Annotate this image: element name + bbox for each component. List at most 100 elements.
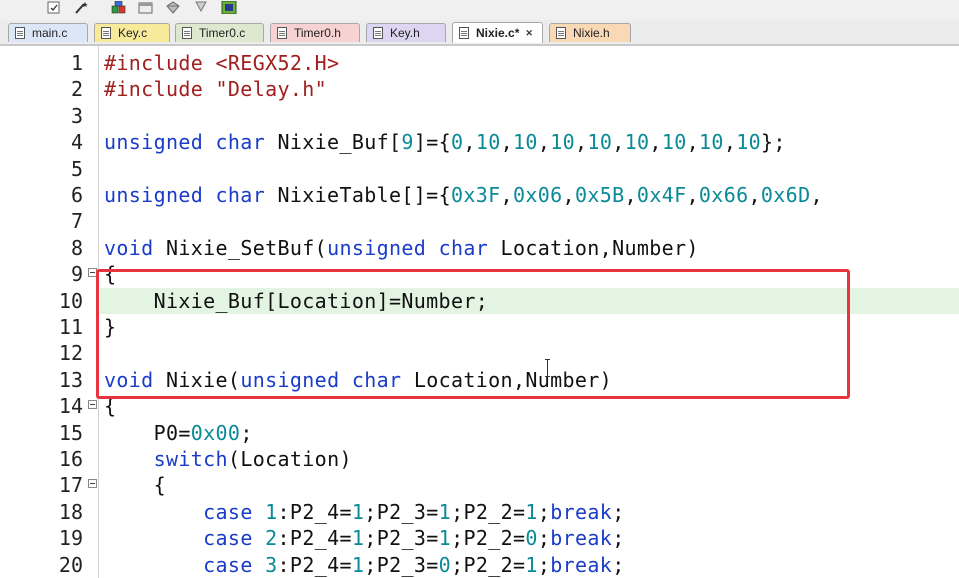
number-token: 10 xyxy=(699,130,724,155)
code-token: ; xyxy=(537,526,551,551)
code-line[interactable]: 8 void Nixie_SetBuf(unsigned char Locatio… xyxy=(0,235,959,261)
close-tab-icon[interactable]: ✕ xyxy=(525,28,533,39)
number-token: 0x6D xyxy=(760,183,811,207)
tab-timer0-h[interactable]: Timer0.h xyxy=(270,23,360,42)
number-token: 10 xyxy=(475,130,501,155)
tab-key-c[interactable]: Key.c xyxy=(94,23,170,42)
number-token: 0x3F xyxy=(450,183,501,207)
tab-label: Key.c xyxy=(118,26,148,40)
line-number: 17 xyxy=(58,473,83,498)
line-number: 20 xyxy=(58,552,83,577)
code-token: }; xyxy=(761,130,786,155)
number-token: 0x5B xyxy=(574,183,625,207)
code-token: ;P2_3= xyxy=(364,499,439,524)
number-token: 0 xyxy=(438,552,452,577)
tab-nixie-c[interactable]: Nixie.c* ✕ xyxy=(452,22,543,43)
code-line[interactable]: 16 switch(Location) xyxy=(0,446,959,472)
line-number: 6 xyxy=(70,183,83,207)
line-number: 18 xyxy=(58,499,83,524)
code-token: ; xyxy=(612,499,625,524)
line-number: 13 xyxy=(58,367,83,392)
line-number: 10 xyxy=(58,288,83,313)
keyword-token: break xyxy=(550,499,613,524)
tab-nixie-h[interactable]: Nixie.h xyxy=(549,23,631,42)
file-icon xyxy=(101,27,111,39)
tab-main-c[interactable]: main.c xyxy=(8,23,88,42)
number-token: 10 xyxy=(624,130,650,155)
code-token: , xyxy=(463,130,476,155)
code-token: :P2_4= xyxy=(277,526,352,551)
code-token: , xyxy=(810,183,823,207)
code-token: NixieTable[]={ xyxy=(265,183,451,207)
code-line[interactable]: 15 P0=0x00; xyxy=(0,420,959,446)
code-token: (Location) xyxy=(227,447,352,471)
fold-collapse-icon[interactable] xyxy=(88,479,97,489)
code-line[interactable]: 17 { xyxy=(0,472,959,498)
code-line[interactable]: 4 unsigned char Nixie_Buf[9]={0,10,10,10,… xyxy=(0,129,959,155)
number-token: 10 xyxy=(513,130,538,155)
line-number: 1 xyxy=(70,51,83,75)
code-line[interactable]: 7 xyxy=(0,208,959,234)
number-token: 10 xyxy=(661,130,687,155)
gem-icon[interactable] xyxy=(165,1,181,14)
code-line[interactable]: 6 unsigned char NixieTable[]={0x3F,0x06,0… xyxy=(0,182,959,208)
number-token: 2 xyxy=(265,526,278,551)
tab-timer0-c[interactable]: Timer0.c xyxy=(175,23,264,42)
keyword-token: unsigned char xyxy=(104,130,266,155)
line-number: 14 xyxy=(58,394,83,419)
number-token: 10 xyxy=(550,130,576,155)
chip-icon[interactable] xyxy=(221,1,237,14)
number-token: 0x4F xyxy=(636,183,687,207)
number-token: 10 xyxy=(587,130,613,155)
number-token: 1 xyxy=(525,499,538,524)
code-line[interactable]: 18 case 1:P2_4=1;P2_3=1;P2_2=1;break; xyxy=(0,499,959,525)
download-icon[interactable] xyxy=(193,1,209,14)
number-token: 0 xyxy=(525,526,538,551)
line-number: 19 xyxy=(58,526,83,551)
manage-components-icon[interactable] xyxy=(111,1,127,14)
keyword-token: case xyxy=(203,526,253,551)
code-line[interactable]: 20 case 3:P2_4=1;P2_3=0;P2_2=1;break; xyxy=(0,552,959,578)
line-number: 12 xyxy=(58,341,83,366)
number-token: 1 xyxy=(351,552,365,577)
window-layout-icon[interactable] xyxy=(138,1,154,14)
number-token: 0 xyxy=(451,130,464,155)
checkbox-dropdown-icon[interactable] xyxy=(47,1,63,14)
code-token: , xyxy=(649,130,662,155)
code-token: ; xyxy=(537,552,551,577)
tab-label: main.c xyxy=(32,26,68,40)
code-token: ;P2_2= xyxy=(451,552,526,577)
number-token: 1 xyxy=(438,526,452,551)
code-line[interactable]: 19 case 2:P2_4=1;P2_3=1;P2_2=0;break; xyxy=(0,525,959,551)
number-token: 1 xyxy=(351,499,365,524)
keyword-token: break xyxy=(550,526,613,551)
code-line[interactable]: 1 #include <REGX52.H> xyxy=(0,50,959,76)
code-token: ]={ xyxy=(413,130,451,155)
code-editor[interactable]: 1 #include <REGX52.H> 2 #include "Delay.h" 3… xyxy=(0,46,959,578)
magic-wand-icon[interactable] xyxy=(73,1,89,14)
keyword-token: void xyxy=(104,235,154,260)
code-text: case 1:P2_4=1;P2_3=1;P2_2=1;break; xyxy=(104,499,625,525)
file-icon xyxy=(459,27,469,39)
code-token: , xyxy=(686,183,699,207)
code-line[interactable]: 5 xyxy=(0,156,959,182)
tab-label: Timer0.h xyxy=(294,26,341,40)
code-token: ;P2_3= xyxy=(364,526,439,551)
code-text: { xyxy=(104,472,166,498)
code-token: , xyxy=(686,130,700,155)
code-text: #include <REGX52.H> xyxy=(104,50,339,76)
code-token: ;P2_2= xyxy=(451,499,526,524)
tab-label: Nixie.h xyxy=(573,26,610,40)
code-text: unsigned char NixieTable[]={0x3F,0x06,0x… xyxy=(104,182,823,208)
code-token: Nixie_Buf[ xyxy=(265,130,402,155)
code-line[interactable]: 2 #include "Delay.h" xyxy=(0,76,959,102)
tab-key-h[interactable]: Key.h xyxy=(366,23,446,42)
code-text: case 3:P2_4=1;P2_3=0;P2_2=1;break; xyxy=(104,552,625,578)
code-line[interactable]: 3 xyxy=(0,103,959,129)
fold-collapse-icon[interactable] xyxy=(88,400,97,410)
code-token: , xyxy=(537,130,551,155)
number-token: 1 xyxy=(438,499,452,524)
